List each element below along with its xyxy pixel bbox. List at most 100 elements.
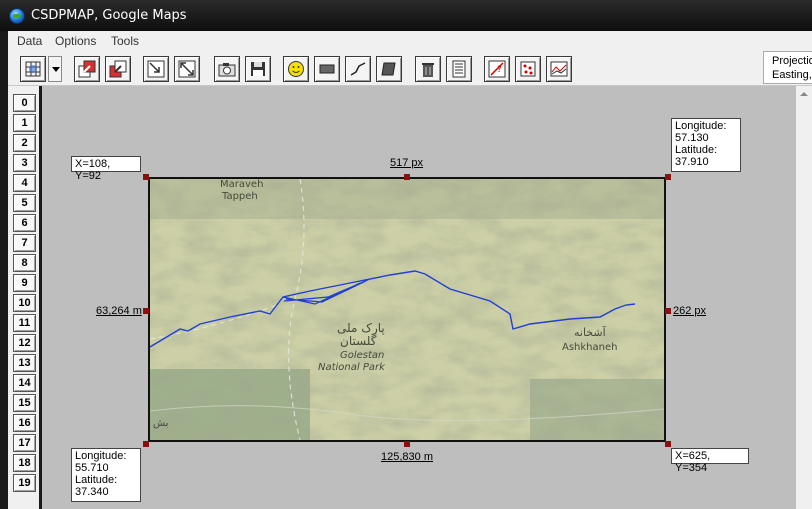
polyline-icon [350,62,366,76]
map-label-corner-fa: بش [153,418,169,429]
row-button-1[interactable]: 1 [13,114,36,132]
bottom-left-longitude-value: 55.710 [75,462,109,474]
row-button-5[interactable]: 5 [13,194,36,212]
row-button-18[interactable]: 18 [13,454,36,472]
map-label-ashkhaneh-fa: آشخانه [574,325,607,339]
map-label-ashkhaneh: Ashkhaneh [562,342,617,353]
point-query-button[interactable]: ? [484,56,510,82]
map-label-national-park: National Park [318,362,386,373]
toolbar: ? Projectio Easting, [8,51,812,86]
row-button-7[interactable]: 7 [13,234,36,252]
bottom-left-longitude-label: Longitude: [75,450,127,462]
menu-data[interactable]: Data [17,34,42,48]
projection-line-2: Easting, [772,69,812,81]
bottom-left-latitude-value: 37.340 [75,486,109,498]
projection-line-1: Projectio [772,55,812,67]
resize-handle-top-right[interactable] [665,174,671,180]
title-bar: CSDPMAP, Google Maps [0,0,812,31]
polyline-button[interactable] [345,56,371,82]
delete-button[interactable] [415,56,441,82]
save-button[interactable] [245,56,271,82]
row-button-8[interactable]: 8 [13,254,36,272]
map-label-maraveh: Maraveh [220,179,263,190]
smiley-icon [288,61,304,77]
scatter-button[interactable] [515,56,541,82]
map-label-tappeh: Tappeh [221,191,258,202]
row-button-13[interactable]: 13 [13,354,36,372]
row-button-17[interactable]: 17 [13,434,36,452]
shrink-icon [147,60,165,78]
profile-chart-button[interactable] [546,56,572,82]
window-title: CSDPMAP, Google Maps [31,8,187,23]
bottom-left-latitude-label: Latitude: [75,474,118,486]
menu-options[interactable]: Options [55,34,96,48]
resize-handle-top-left[interactable] [143,174,149,180]
map-label-golestan: Golestan [340,350,384,361]
zoom-out-button[interactable] [105,56,131,82]
top-right-longitude-value: 57.130 [675,132,709,144]
zoom-out-icon [109,60,127,78]
resize-handle-bottom-right[interactable] [665,441,671,447]
grid-globe-button[interactable] [20,56,46,82]
camera-button[interactable] [214,56,240,82]
right-height-px-label: 262 px [673,305,707,317]
resize-handle-top[interactable] [404,174,410,180]
menu-tools[interactable]: Tools [111,34,139,48]
chevron-down-icon[interactable] [48,56,62,82]
projection-info: Projectio Easting, [763,51,812,84]
profile-chart-icon [550,61,568,77]
top-right-latitude-label: Latitude: [675,144,718,156]
polygon-icon [381,62,396,76]
trash-icon [422,63,434,77]
bottom-right-xy-label: X=625, Y=354 [671,448,749,474]
floppy-disk-icon [251,62,265,76]
row-button-3[interactable]: 3 [13,154,36,172]
shrink-button[interactable] [143,56,169,82]
terrain-map: Maraveh Tappeh پارک ملی گلستان Golestan … [150,179,664,440]
top-width-px-label: 517 px [390,157,424,169]
row-button-12[interactable]: 12 [13,334,36,352]
camera-icon [218,63,236,77]
zoom-in-icon [78,60,96,78]
row-button-2[interactable]: 2 [13,134,36,152]
top-right-coordinate-box: Longitude: 57.130 Latitude: 37.910 [671,118,741,172]
resize-handle-left[interactable] [143,308,149,314]
list-button[interactable] [446,56,472,82]
resize-handle-bottom-left[interactable] [143,441,149,447]
row-button-4[interactable]: 4 [13,174,36,192]
row-button-16[interactable]: 16 [13,414,36,432]
row-button-10[interactable]: 10 [13,294,36,312]
row-button-6[interactable]: 6 [13,214,36,232]
bottom-left-coordinate-box: Longitude: 55.710 Latitude: 37.340 [71,448,141,502]
svg-text:?: ? [497,65,502,75]
polygon-button[interactable] [376,56,402,82]
row-rail: 0 1 2 3 4 5 6 7 8 9 10 11 12 13 14 15 16 17 18 19 [8,86,39,509]
top-right-longitude-label: Longitude: [675,120,727,132]
question-map-icon: ? [488,60,506,78]
app-globe-icon [9,8,25,24]
left-distance-label: 63,264 m [96,305,142,317]
map-image[interactable]: Maraveh Tappeh پارک ملی گلستان Golestan … [148,177,666,442]
vertical-scrollbar[interactable] [796,86,812,509]
top-right-latitude-value: 37.910 [675,156,709,168]
menu-bar: Data Options Tools [0,31,812,51]
top-left-xy-label: X=108, Y=92 [71,156,141,182]
row-button-15[interactable]: 15 [13,394,36,412]
bottom-distance-label: 125,830 m [381,451,433,463]
expand-button[interactable] [174,56,200,82]
smiley-button[interactable] [283,56,309,82]
resize-handle-bottom[interactable] [404,441,410,447]
row-button-0[interactable]: 0 [13,94,36,112]
list-icon [452,60,466,78]
row-button-14[interactable]: 14 [13,374,36,392]
rectangle-icon [319,64,335,74]
row-button-9[interactable]: 9 [13,274,36,292]
row-button-19[interactable]: 19 [13,474,36,492]
row-button-11[interactable]: 11 [13,314,36,332]
map-label-golestan-fa-2: گلستان [340,334,377,348]
rectangle-button[interactable] [314,56,340,82]
grid-globe-icon [25,61,41,77]
resize-handle-right[interactable] [665,308,671,314]
expand-icon [178,60,196,78]
zoom-in-button[interactable] [74,56,100,82]
